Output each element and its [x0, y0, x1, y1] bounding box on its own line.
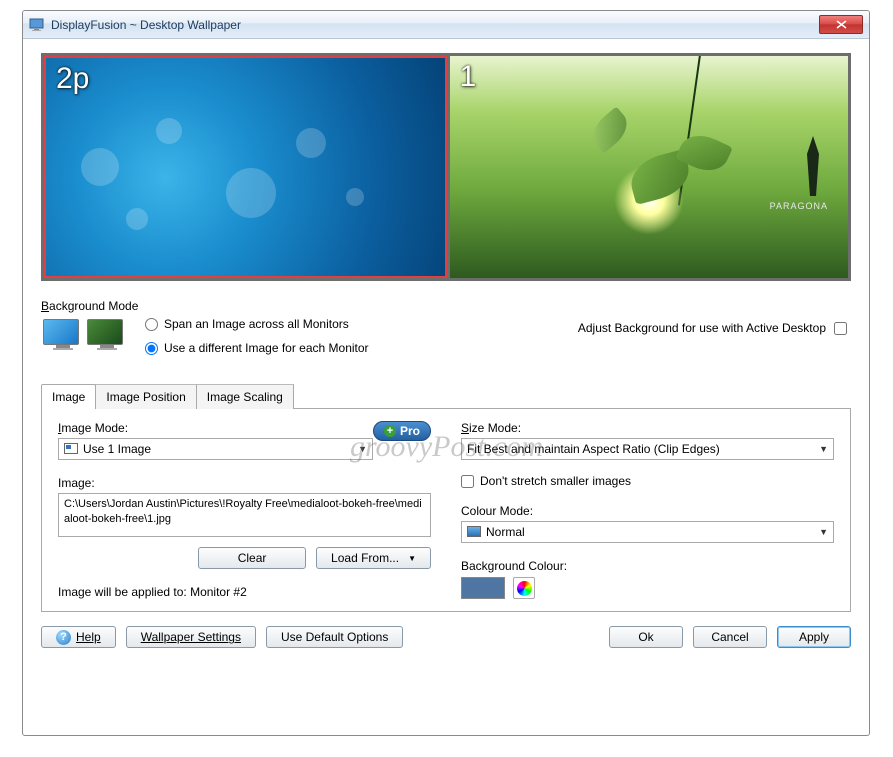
chevron-down-icon: ▼ [358, 444, 367, 454]
tab-image-position[interactable]: Image Position [95, 384, 196, 409]
radio-per-monitor-label: Use a different Image for each Monitor [164, 341, 369, 355]
wallpaper-brand-text: PARAGONA [770, 201, 828, 211]
tab-panel-image: +Pro Image Mode: Use 1 Image ▼ Image: C:… [41, 408, 851, 612]
colour-picker-button[interactable] [513, 577, 535, 599]
dont-stretch-row[interactable]: Don't stretch smaller images [461, 474, 834, 488]
image-mode-dropdown[interactable]: Use 1 Image ▼ [58, 438, 373, 460]
help-icon: ? [56, 630, 71, 645]
size-mode-label: Size Mode: [461, 421, 834, 435]
monitor-label: 2p [56, 62, 89, 96]
ok-button[interactable]: Ok [609, 626, 683, 648]
size-mode-value: Fit Best and maintain Aspect Ratio (Clip… [467, 442, 720, 456]
clear-button[interactable]: Clear [198, 547, 306, 569]
monitor-label: 1 [460, 60, 477, 94]
bottom-button-bar: ?Help Wallpaper Settings Use Default Opt… [41, 626, 851, 648]
dialog-window: DisplayFusion ~ Desktop Wallpaper 2p [22, 10, 870, 736]
titlebar: DisplayFusion ~ Desktop Wallpaper [23, 11, 869, 39]
chevron-down-icon: ▼ [819, 527, 828, 537]
plus-icon: + [384, 425, 396, 437]
colour-mode-label: Colour Mode: [461, 504, 834, 518]
radio-span-all[interactable]: Span an Image across all Monitors [145, 317, 369, 331]
radio-per-monitor[interactable]: Use a different Image for each Monitor [145, 341, 369, 355]
tab-image-scaling[interactable]: Image Scaling [196, 384, 294, 409]
radio-span-all-input[interactable] [145, 318, 158, 331]
monitor-preview-1[interactable]: PARAGONA 1 [450, 56, 849, 278]
radio-span-all-label: Span an Image across all Monitors [164, 317, 349, 331]
colour-wheel-icon [517, 581, 532, 596]
image-path-label: Image: [58, 476, 431, 490]
pro-badge: +Pro [373, 421, 431, 441]
wallpaper-settings-button[interactable]: Wallpaper Settings [126, 626, 256, 648]
chevron-down-icon: ▼ [408, 554, 416, 563]
load-from-button[interactable]: Load From...▼ [316, 547, 431, 569]
size-mode-dropdown[interactable]: Fit Best and maintain Aspect Ratio (Clip… [461, 438, 834, 460]
background-mode-heading: Background Mode [41, 299, 851, 313]
background-mode-icons [43, 319, 127, 353]
monitor-preview-area: 2p PARAGONA 1 [41, 53, 851, 281]
monitor-green-icon [87, 319, 127, 353]
bg-colour-swatch[interactable] [461, 577, 505, 599]
image-mode-label: Image Mode: [58, 421, 128, 435]
image-path-box[interactable]: C:\Users\Jordan Austin\Pictures\!Royalty… [58, 493, 431, 537]
apply-button[interactable]: Apply [777, 626, 851, 648]
help-button[interactable]: ?Help [41, 626, 116, 648]
app-icon [29, 17, 45, 33]
dont-stretch-checkbox[interactable] [461, 475, 474, 488]
tab-strip: Image Image Position Image Scaling [41, 383, 851, 408]
image-mode-value: Use 1 Image [83, 442, 151, 456]
cancel-button[interactable]: Cancel [693, 626, 767, 648]
radio-per-monitor-input[interactable] [145, 342, 158, 355]
monitor-blue-icon [43, 319, 83, 353]
use-default-options-button[interactable]: Use Default Options [266, 626, 403, 648]
colour-mode-icon [467, 526, 481, 538]
close-button[interactable] [819, 15, 863, 34]
bg-colour-label: Background Colour: [461, 559, 834, 573]
applied-to-status: Image will be applied to: Monitor #2 [58, 585, 431, 599]
tab-image[interactable]: Image [41, 384, 96, 409]
adjust-active-desktop-label: Adjust Background for use with Active De… [578, 321, 826, 335]
colour-mode-dropdown[interactable]: Normal ▼ [461, 521, 834, 543]
close-icon [836, 18, 847, 32]
dont-stretch-label: Don't stretch smaller images [480, 474, 631, 488]
chevron-down-icon: ▼ [819, 444, 828, 454]
monitor-preview-2[interactable]: 2p [44, 56, 447, 278]
colour-mode-value: Normal [486, 525, 525, 539]
image-mode-icon [64, 443, 78, 455]
window-title: DisplayFusion ~ Desktop Wallpaper [51, 18, 241, 32]
adjust-active-desktop-checkbox[interactable] [834, 322, 847, 335]
